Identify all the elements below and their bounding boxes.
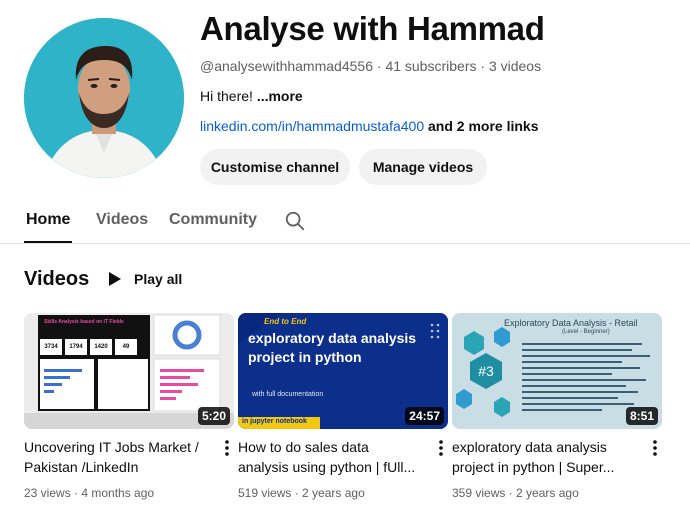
more-options-icon[interactable] xyxy=(652,439,658,457)
customise-channel-button[interactable]: Customise channel xyxy=(200,149,350,185)
video-thumbnail[interactable]: End to End exploratory data analysis pro… xyxy=(238,313,448,429)
play-all-button[interactable]: Play all xyxy=(108,268,182,290)
channel-avatar[interactable] xyxy=(24,18,184,178)
video-card[interactable]: End to End exploratory data analysis pro… xyxy=(238,313,448,500)
thumbnail-footer: in jupyter notebook xyxy=(242,418,307,425)
tab-videos[interactable]: Videos xyxy=(96,211,148,229)
video-title[interactable]: Uncovering IT Jobs Market / Pakistan /Li… xyxy=(24,437,204,477)
thumbnail-heading: exploratory data analysis project in pyt… xyxy=(248,330,417,365)
play-icon xyxy=(109,272,121,286)
video-card[interactable]: Exploratory Data Analysis - Retail (Leve… xyxy=(452,313,662,500)
video-card[interactable]: Skills Analysis based on IT Fields 3734 … xyxy=(24,313,234,500)
thumbnail-text: Skills Analysis based on IT Fields xyxy=(44,319,124,325)
video-meta: 23 views · 4 months ago xyxy=(24,486,155,500)
channel-name: Analyse with Hammad xyxy=(200,10,545,47)
more-options-icon[interactable] xyxy=(224,439,230,457)
tab-community[interactable]: Community xyxy=(169,211,257,229)
video-count: 3 videos xyxy=(488,58,542,74)
videos-section-title[interactable]: Videos xyxy=(24,268,89,291)
search-icon[interactable] xyxy=(284,210,306,232)
video-meta: 519 views · 2 years ago xyxy=(238,486,365,500)
channel-links: linkedin.com/in/hammadmustafa400 and 2 m… xyxy=(200,118,539,134)
video-title[interactable]: How to do sales data analysis using pyth… xyxy=(238,437,418,477)
thumbnail-heading: Exploratory Data Analysis - Retail xyxy=(504,318,638,328)
tab-home[interactable]: Home xyxy=(26,211,70,229)
thumbnail-badge: End to End xyxy=(264,317,307,326)
channel-meta: @analysewithhammad4556 · 41 subscribers … xyxy=(200,58,542,74)
video-title[interactable]: exploratory data analysis project in pyt… xyxy=(452,437,632,477)
more-links[interactable]: and 2 more links xyxy=(424,118,539,134)
thumbnail-number: #3 xyxy=(478,363,494,379)
video-thumbnail[interactable]: Exploratory Data Analysis - Retail (Leve… xyxy=(452,313,662,429)
channel-tabs: Home Videos Community xyxy=(0,200,690,244)
thumbnail-subtitle: with full documentation xyxy=(252,391,324,398)
video-thumbnail[interactable]: Skills Analysis based on IT Fields 3734 … xyxy=(24,313,234,429)
channel-description[interactable]: Hi there! ...more xyxy=(200,88,303,104)
more-options-icon[interactable] xyxy=(438,439,444,457)
video-duration: 5:20 xyxy=(197,407,230,425)
thumbnail-subtitle: (Level - Beginner) xyxy=(562,329,610,335)
active-tab-indicator xyxy=(24,241,72,243)
linkedin-link[interactable]: linkedin.com/in/hammadmustafa400 xyxy=(200,118,424,134)
channel-handle: @analysewithhammad4556 xyxy=(200,58,373,74)
manage-videos-button[interactable]: Manage videos xyxy=(359,149,487,185)
video-meta: 359 views · 2 years ago xyxy=(452,486,579,500)
more-link[interactable]: ...more xyxy=(257,88,303,104)
subscriber-count: 41 subscribers xyxy=(385,58,477,74)
video-duration: 8:51 xyxy=(625,407,658,425)
video-duration: 24:57 xyxy=(405,407,444,425)
